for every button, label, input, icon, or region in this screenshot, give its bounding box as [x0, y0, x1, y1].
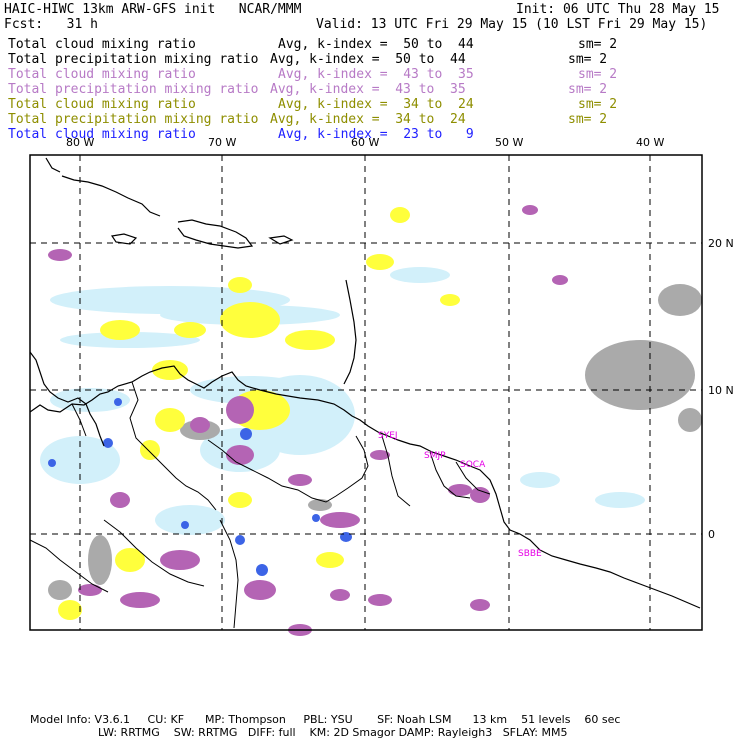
cloud-purple — [330, 589, 350, 601]
cloud-purple — [110, 492, 130, 508]
cloud-cyan — [595, 492, 645, 508]
cloud-purple — [288, 474, 312, 486]
cloud-purple — [226, 445, 254, 465]
cloud-yellow — [58, 600, 82, 620]
cloud-yellow — [174, 322, 206, 338]
cloud-blue — [103, 438, 113, 448]
cloud-gray — [88, 535, 112, 585]
border-brazil-peru — [219, 519, 239, 629]
cloud-yellow — [440, 294, 460, 306]
cloud-blue — [48, 459, 56, 467]
cloud-purple — [48, 249, 72, 261]
cloud-blue — [240, 428, 252, 440]
cloud-purple — [470, 487, 490, 503]
cloud-yellow — [316, 552, 344, 568]
cloud-cyan — [390, 267, 450, 283]
cloud-yellow — [390, 207, 410, 223]
cloud-blue — [312, 514, 320, 522]
lat-label: 20 N — [708, 237, 734, 250]
coastline-cuba — [61, 175, 161, 217]
coastline-antilles — [343, 279, 357, 385]
cloud-purple — [120, 592, 160, 608]
cloud-purple — [78, 584, 102, 596]
cloud-purple — [160, 550, 200, 570]
model-info-line-1: Model Info: V3.6.1 CU: KF MP: Thompson P… — [30, 713, 621, 726]
cloud-purple — [552, 275, 568, 285]
cloud-gray — [658, 284, 702, 316]
cloud-gray — [585, 340, 695, 410]
coastline-florida — [45, 157, 61, 173]
lon-label: 60 W — [351, 136, 379, 149]
cloud-yellow — [140, 440, 160, 460]
model-info-line-2: LW: RRTMG SW: RRTMG DIFF: full KM: 2D Sm… — [98, 726, 568, 739]
cloud-purple — [368, 594, 392, 606]
lon-label: 70 W — [208, 136, 236, 149]
cloud-cyan — [520, 472, 560, 488]
cloud-blue — [256, 564, 268, 576]
cloud-blue — [181, 521, 189, 529]
station-label: SMJP — [424, 451, 446, 461]
cloud-purple — [226, 396, 254, 424]
lon-label: 50 W — [495, 136, 523, 149]
cloud-yellow — [220, 302, 280, 338]
lon-label: 40 W — [636, 136, 664, 149]
coastline-hispaniola — [177, 219, 254, 249]
cloud-purple — [448, 484, 472, 496]
cloud-gray — [48, 580, 72, 600]
cloud-yellow — [155, 408, 185, 432]
cloud-yellow — [228, 277, 252, 293]
cloud-yellow — [366, 254, 394, 270]
lon-label: 80 W — [66, 136, 94, 149]
station-label: SYEJ — [378, 431, 398, 441]
cloud-yellow — [228, 492, 252, 508]
cloud-fields — [40, 205, 702, 636]
lat-label: 10 N — [708, 384, 734, 397]
cloud-blue — [114, 398, 122, 406]
station-label: SBBE — [518, 549, 542, 559]
lat-label: 0 — [708, 528, 715, 541]
station-label: SOCA — [460, 460, 486, 470]
cloud-gray — [678, 408, 702, 432]
border-guyana-suriname — [381, 435, 411, 507]
cloud-purple — [320, 512, 360, 528]
cloud-yellow — [285, 330, 335, 350]
cloud-blue — [235, 535, 245, 545]
cloud-cyan — [155, 505, 225, 535]
cloud-yellow — [100, 320, 140, 340]
cloud-purple — [522, 205, 538, 215]
forecast-map: 80 W 70 W 60 W 50 W 40 W 20 N 10 N 0 SYEJ SMJP SO… — [29, 136, 734, 636]
cloud-purple — [244, 580, 276, 600]
cloud-purple — [190, 417, 210, 433]
cloud-purple — [470, 599, 490, 611]
